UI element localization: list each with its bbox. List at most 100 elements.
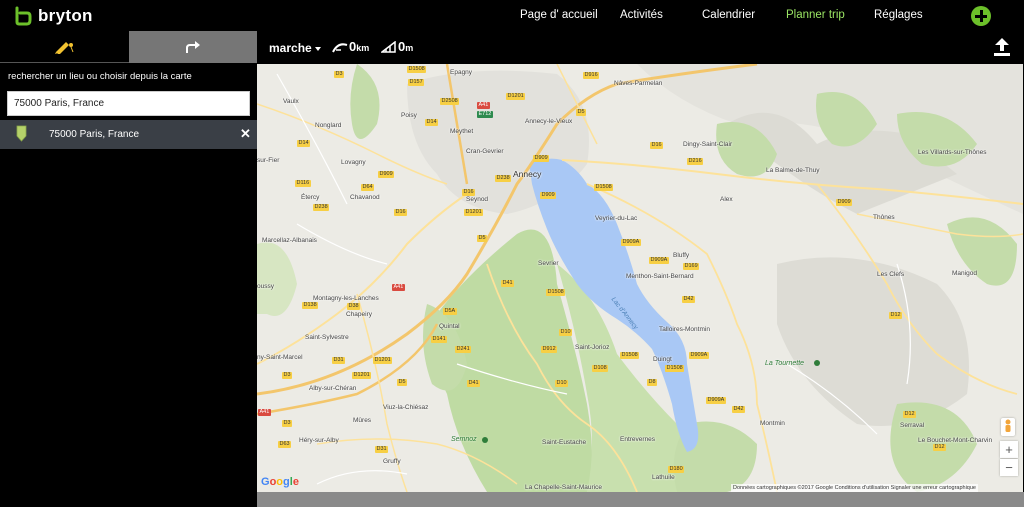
road-label: D241 bbox=[455, 346, 472, 353]
place-label: La Balme-de-Thuy bbox=[766, 167, 820, 174]
draw-route-icon bbox=[54, 41, 73, 54]
google-logo[interactable]: Google bbox=[261, 476, 299, 488]
activity-mode-dropdown[interactable]: marche bbox=[269, 41, 321, 55]
place-label: Epagny bbox=[450, 69, 473, 76]
place-label: Gruffy bbox=[383, 458, 401, 465]
nav-activities[interactable]: Activités bbox=[620, 9, 663, 21]
remove-result-close-icon[interactable]: ✕ bbox=[240, 127, 251, 141]
search-result-item[interactable]: 75000 Paris, France ✕ bbox=[0, 120, 257, 149]
place-label: Duingt bbox=[653, 356, 672, 363]
road-label: D238 bbox=[495, 175, 512, 182]
place-label: Nonglard bbox=[315, 122, 342, 129]
elevation-unit: m bbox=[405, 43, 414, 53]
panel-tabs bbox=[0, 31, 257, 63]
tab-route-direction[interactable] bbox=[129, 31, 257, 63]
road-label: D1508 bbox=[546, 289, 566, 296]
nav-settings[interactable]: Réglages bbox=[874, 9, 923, 21]
road-label: D12 bbox=[889, 312, 903, 319]
highway-label: A41 bbox=[258, 409, 271, 416]
search-hint-text: rechercher un lieu ou choisir depuis la … bbox=[8, 71, 192, 82]
road-label: D180 bbox=[668, 466, 685, 473]
nav-planner-trip[interactable]: Planner trip bbox=[786, 9, 845, 21]
road-label: D141 bbox=[431, 336, 448, 343]
place-label: Viuz-la-Chiésaz bbox=[383, 404, 429, 411]
place-label: Annecy-le-Vieux bbox=[525, 118, 573, 125]
map-credits[interactable]: Données cartographiques ©2017 Google Con… bbox=[731, 484, 978, 492]
activity-mode-value: marche bbox=[269, 41, 312, 55]
road-label: D63 bbox=[278, 441, 292, 448]
road-label: D5A bbox=[443, 308, 457, 315]
road-label: D912 bbox=[541, 346, 558, 353]
place-label: Saint-Sylvestre bbox=[305, 334, 349, 341]
peak-marker-icon bbox=[482, 437, 488, 443]
road-label: D238 bbox=[313, 204, 330, 211]
redo-arrow-icon bbox=[186, 41, 200, 53]
place-label: Alby-sur-Chéran bbox=[309, 385, 357, 392]
road-label: D64 bbox=[361, 184, 375, 191]
road-label: D10 bbox=[559, 329, 573, 336]
road-label: D1508 bbox=[665, 365, 685, 372]
road-label: D216 bbox=[687, 158, 704, 165]
nav-calendar[interactable]: Calendrier bbox=[702, 9, 755, 21]
zoom-in-button[interactable]: + bbox=[1000, 441, 1018, 458]
elevation-icon bbox=[381, 40, 396, 53]
place-label: Chavanod bbox=[350, 194, 380, 201]
road-label: D38 bbox=[347, 303, 361, 310]
place-label: Veyrier-du-Lac bbox=[595, 215, 638, 222]
place-label: Montagny-les-Lanches bbox=[313, 295, 379, 302]
road-label: D909 bbox=[533, 155, 550, 162]
place-label: sur-Fier bbox=[257, 157, 280, 164]
place-label: Poisy bbox=[401, 112, 417, 119]
search-result-label: 75000 Paris, France bbox=[49, 129, 140, 140]
place-label: Montmin bbox=[760, 420, 785, 427]
place-label: Entrevernes bbox=[620, 436, 656, 443]
location-search-input[interactable] bbox=[7, 91, 250, 116]
road-label: D5 bbox=[397, 379, 408, 386]
road-label: D1201 bbox=[464, 209, 484, 216]
place-label: Quintal bbox=[439, 323, 460, 330]
place-label: Menthon-Saint-Bernard bbox=[626, 273, 694, 280]
road-label: D909 bbox=[378, 171, 395, 178]
elevation-value: 0 bbox=[398, 39, 406, 54]
place-label: Héry-sur-Alby bbox=[299, 437, 339, 444]
road-label: D1201 bbox=[352, 372, 372, 379]
distance-value: 0 bbox=[349, 39, 357, 54]
place-label: Alex bbox=[720, 196, 733, 203]
place-label: Sevrier bbox=[538, 260, 559, 267]
brand-logo[interactable]: bryton bbox=[13, 4, 93, 28]
add-plus-icon[interactable] bbox=[971, 6, 991, 26]
distance-icon bbox=[332, 42, 348, 52]
road-label: D16 bbox=[462, 189, 476, 196]
place-label: Vaulx bbox=[283, 98, 299, 105]
bryton-logo-icon bbox=[15, 6, 32, 26]
peak-marker-icon bbox=[814, 360, 820, 366]
place-label: oussy bbox=[257, 283, 274, 290]
top-nav-bar: bryton Page d' accueil Activités Calendr… bbox=[0, 0, 1024, 31]
road-label: D31 bbox=[375, 446, 389, 453]
street-view-pegman-icon[interactable] bbox=[1001, 418, 1015, 436]
road-label: D1508 bbox=[407, 66, 427, 73]
tab-draw-route[interactable] bbox=[0, 31, 129, 63]
place-label: Les Clefs bbox=[877, 271, 905, 278]
road-label: D169 bbox=[683, 263, 700, 270]
place-label: Bluffy bbox=[673, 252, 690, 259]
zoom-out-button[interactable]: − bbox=[1000, 459, 1018, 476]
place-label: Nâves-Parmelan bbox=[614, 80, 663, 87]
map-pin-icon bbox=[16, 125, 27, 142]
upload-icon[interactable] bbox=[993, 37, 1011, 57]
road-label: D10 bbox=[555, 380, 569, 387]
road-label: D12 bbox=[903, 411, 917, 418]
place-label: Saint-Jorioz bbox=[575, 344, 610, 351]
nav-home[interactable]: Page d' accueil bbox=[520, 9, 598, 21]
map-view[interactable]: Vaulx Epagny Nâves-Parmelan Nonglard Poi… bbox=[257, 64, 1023, 492]
road-label: D916 bbox=[583, 72, 600, 79]
left-panel: rechercher un lieu ou choisir depuis la … bbox=[0, 31, 257, 507]
distance-unit: km bbox=[356, 43, 370, 53]
map-toolbar: marche 0 km 0m bbox=[257, 31, 1024, 64]
place-label: Meythet bbox=[450, 128, 474, 135]
place-label: Talloires-Montmin bbox=[659, 326, 710, 333]
road-label: D1508 bbox=[594, 184, 614, 191]
road-label: D3 bbox=[282, 372, 293, 379]
chevron-down-icon bbox=[314, 46, 321, 51]
highway-label: E712 bbox=[477, 111, 493, 118]
